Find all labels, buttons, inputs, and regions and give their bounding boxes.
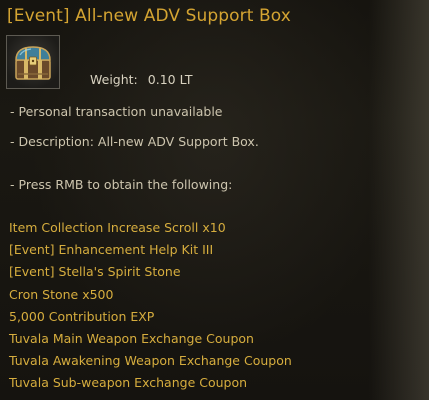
reward-item: Item Collection Increase Scroll x10 — [9, 220, 226, 235]
weight-value: 0.10 LT — [147, 72, 193, 87]
item-weight: Weight: 0.10 LT — [90, 72, 192, 87]
bullet-dash: - — [10, 104, 15, 119]
instruction-text: Press RMB to obtain the following: — [18, 177, 233, 192]
weight-label: Weight: — [90, 72, 138, 87]
reward-item: [Event] Enhancement Help Kit III — [9, 242, 214, 257]
description-text: Description: All-new ADV Support Box. — [18, 134, 259, 149]
reward-item: Tuvala Main Weapon Exchange Coupon — [9, 331, 254, 346]
transaction-line: - Personal transaction unavailable — [10, 104, 222, 119]
bullet-dash: - — [10, 177, 15, 192]
reward-item: 5,000 Contribution EXP — [9, 309, 155, 324]
instruction-line: - Press RMB to obtain the following: — [10, 177, 232, 192]
tooltip-edge-glow — [369, 0, 429, 400]
treasure-chest-icon — [15, 46, 51, 80]
item-tooltip: [Event] All-new ADV Support Box Weight: 0… — [0, 0, 429, 400]
bullet-dash: - — [10, 134, 15, 149]
reward-item: Cron Stone x500 — [9, 287, 114, 302]
item-title: [Event] All-new ADV Support Box — [7, 6, 291, 26]
description-line: - Description: All-new ADV Support Box. — [10, 134, 259, 149]
reward-item: Tuvala Awakening Weapon Exchange Coupon — [9, 353, 292, 368]
item-icon-frame — [6, 35, 60, 89]
transaction-text: Personal transaction unavailable — [18, 104, 223, 119]
reward-item: Tuvala Sub-weapon Exchange Coupon — [9, 375, 248, 390]
reward-item: [Event] Stella's Spirit Stone — [9, 264, 181, 279]
